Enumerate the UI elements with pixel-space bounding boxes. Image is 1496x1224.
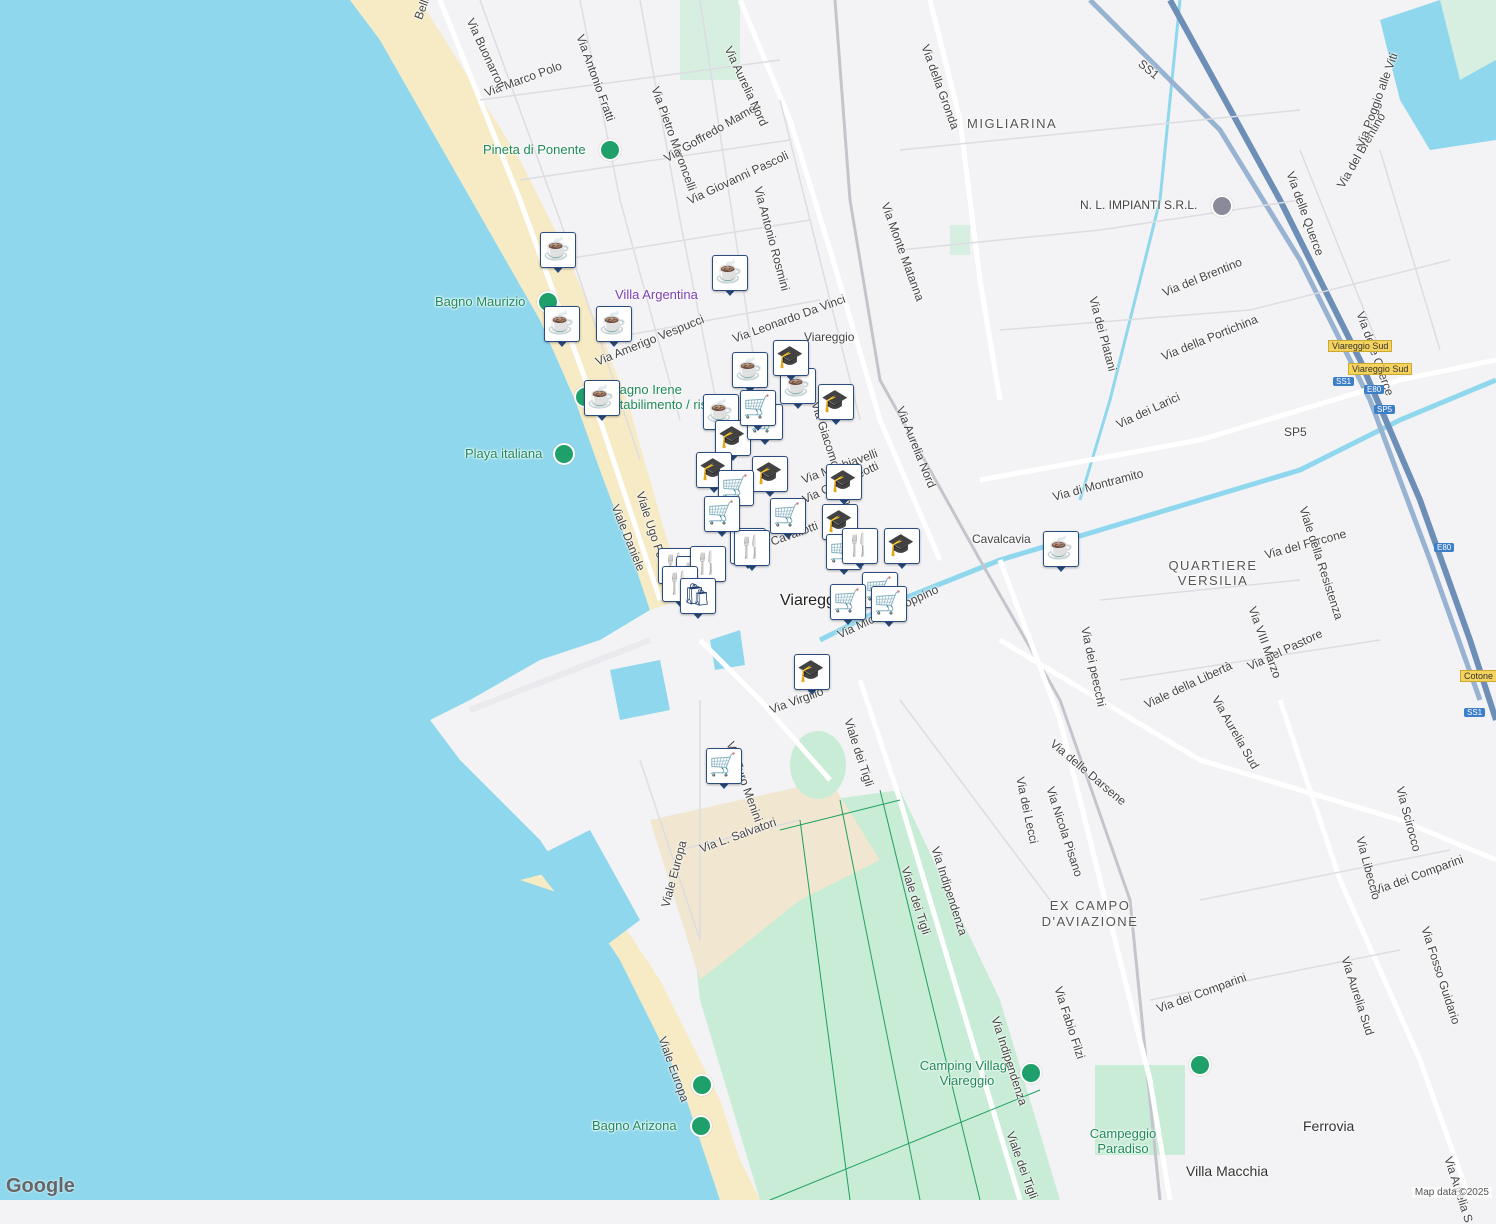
grocery-icon: 🛒 [833,588,861,613]
park-icon[interactable] [553,443,575,465]
cafe-marker[interactable]: ☕ [584,380,620,424]
restaurant-icon: 🍴 [845,532,873,557]
school-icon: 🎓 [887,532,915,557]
road-shield: Viareggio Sud [1328,340,1393,352]
cafe-icon: ☕ [587,384,615,409]
grocery-icon: 🛒 [874,590,902,615]
road-shield: E80 [1434,543,1455,552]
cafe-marker[interactable]: ☕ [596,306,632,350]
restaurant-marker[interactable]: 🍴 [842,528,878,572]
grocery-icon: 🛒 [709,752,737,777]
cafe-icon: ☕ [547,310,575,335]
road-shield: SS1 [1333,377,1355,386]
shopping-marker[interactable]: 🛍 [680,578,716,622]
cafe-marker[interactable]: ☕ [544,306,580,350]
school-icon: 🎓 [829,468,857,493]
cafe-icon: ☕ [543,236,571,261]
google-logo: Google [6,1175,75,1197]
museum-icon[interactable] [1211,195,1233,217]
poi-label-playa[interactable]: Playa italiana [465,446,542,461]
road-shield: Viareggio Sud [1348,363,1413,375]
school-icon: 🎓 [821,388,849,413]
grocery-marker[interactable]: 🛒 [830,584,866,628]
grocery-marker[interactable]: 🛒 [704,496,740,540]
cafe-icon: ☕ [735,356,763,381]
map-credit: Map data ©2025 [1411,1187,1492,1198]
school-marker[interactable]: 🎓 [818,384,854,428]
park-small2 [950,225,970,255]
area-label-ex-campo: EX CAMPO D'AVIAZIONE [1041,898,1139,929]
poi-label-nl-impianti[interactable]: N. L. IMPIANTI S.R.L. [1080,198,1197,212]
road-shield: SS1 [1464,708,1486,717]
cafe-marker[interactable]: ☕ [540,232,576,276]
grocery-icon: 🛒 [707,500,735,525]
road-shield: E80 [1364,385,1385,394]
area-label-quartiere-versilia: QUARTIERE VERSILIA [1168,558,1258,588]
school-icon: 🎓 [755,460,783,485]
area-label-migliarina: MIGLIARINA [967,116,1058,131]
cafe-marker[interactable]: ☕ [712,255,748,299]
grocery-marker[interactable]: 🛒 [706,748,742,792]
harbour [610,660,670,720]
camping-icon[interactable] [1189,1054,1211,1076]
cafe-icon: ☕ [715,259,743,284]
park-icon[interactable] [599,139,621,161]
road-shield: SP5 [1374,405,1396,414]
school-marker[interactable]: 🎓 [773,340,809,384]
poi-label-villa-argentina[interactable]: Villa Argentina [615,287,698,302]
cafe-icon: ☕ [599,310,627,335]
cafe-marker[interactable]: ☕ [1043,531,1079,575]
poi-label-stabilimento[interactable]: Stabilimento / ris [611,397,707,412]
beach-icon[interactable] [690,1115,712,1137]
school-marker[interactable]: 🎓 [794,654,830,698]
poi-label-bagno-maurizio[interactable]: Bagno Maurizio [435,294,525,309]
place-label-ferrovia: Ferrovia [1303,1118,1355,1134]
grocery-marker[interactable]: 🛒 [740,390,776,434]
place-label-villa-macchia: Villa Macchia [1186,1163,1269,1179]
station-label-viareggio: Viareggio [804,330,855,344]
cafe-icon: ☕ [1046,535,1074,560]
road-shield: Cotone [1460,670,1496,682]
beach-icon[interactable] [691,1074,713,1096]
street-label: SP5 [1284,425,1307,439]
poi-label-bagno-irene[interactable]: Bagno Irene [611,382,682,397]
grocery-icon: 🛒 [773,502,801,527]
school-marker[interactable]: 🎓 [884,528,920,572]
school-icon: 🎓 [797,658,825,683]
grocery-marker[interactable]: 🛒 [770,498,806,542]
school-marker[interactable]: 🎓 [752,456,788,500]
shopping-icon: 🛍 [683,582,711,607]
grocery-marker[interactable]: 🛒 [871,586,907,630]
poi-label-bagno-arizona[interactable]: Bagno Arizona [592,1118,677,1133]
school-icon: 🎓 [776,344,804,369]
place-label-campeggio: Campeggio Paradiso [1089,1126,1157,1156]
school-marker[interactable]: 🎓 [826,464,862,508]
grocery-icon: 🛒 [743,394,771,419]
poi-label-pineta[interactable]: Pineta di Ponente [483,142,586,157]
place-label-cavalcavia: Cavalcavia [972,532,1031,546]
